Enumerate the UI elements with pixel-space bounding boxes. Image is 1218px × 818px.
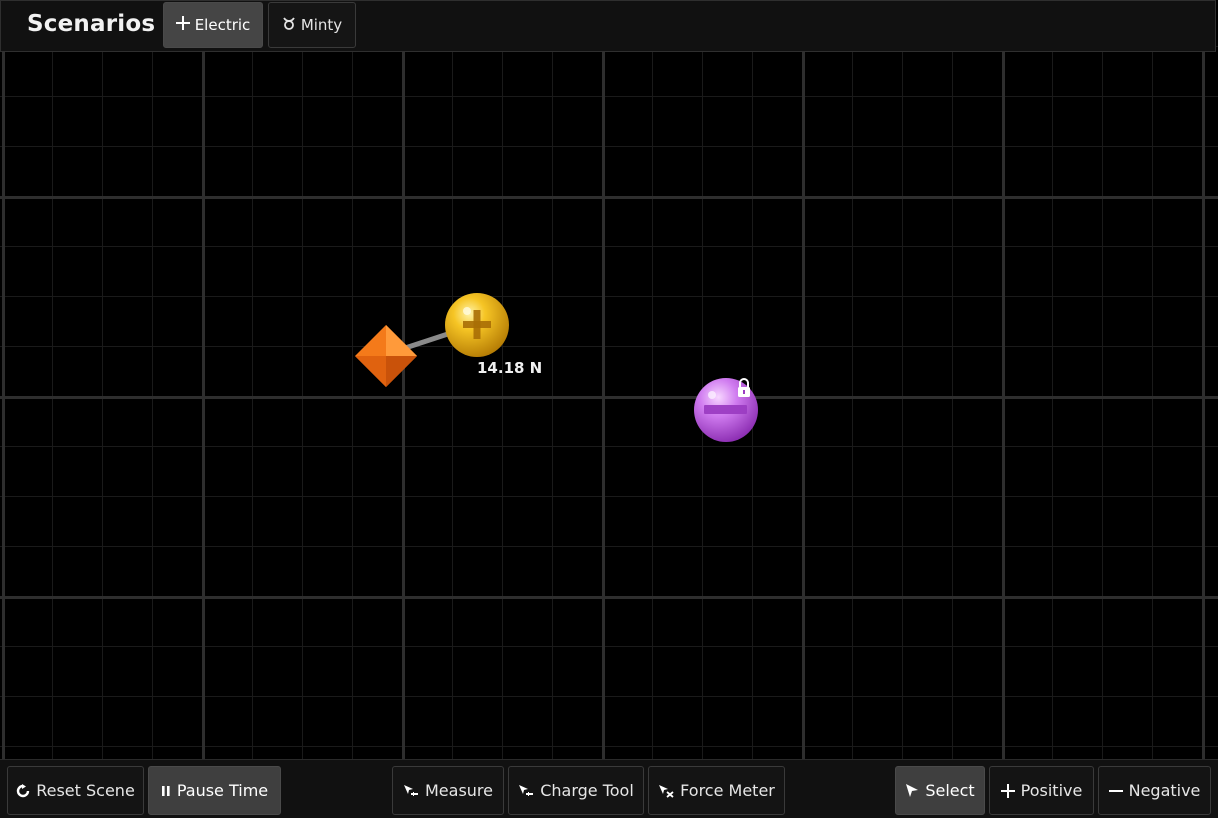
scenario-electric-label: Electric (194, 16, 251, 34)
bottom-toolbar: Reset Scene Pause Time Measure Charge To… (0, 759, 1218, 818)
simulation-scene: 14.18 N (0, 0, 1218, 818)
positive-label: Positive (1020, 781, 1083, 800)
scenario-minty-label: Minty (300, 16, 343, 34)
plus-icon (1000, 783, 1015, 798)
minus-icon (1108, 784, 1123, 798)
reset-scene-button[interactable]: Reset Scene (7, 766, 144, 815)
negative-label: Negative (1128, 781, 1201, 800)
scenario-electric-button[interactable]: Electric (163, 2, 263, 48)
negative-button[interactable]: Negative (1098, 766, 1211, 815)
reset-scene-label: Reset Scene (36, 781, 135, 800)
pause-icon (161, 785, 171, 797)
force-meter-button[interactable]: Force Meter (648, 766, 785, 815)
force-meter-probe[interactable] (355, 325, 417, 387)
pause-time-label: Pause Time (176, 781, 269, 800)
positive-button[interactable]: Positive (989, 766, 1094, 815)
lock-icon (738, 378, 750, 397)
select-cursor-icon (905, 783, 919, 799)
app-window: 14.18 N Scenarios Electric Minty Reset S… (0, 0, 1218, 818)
page-title: Scenarios (27, 11, 156, 37)
taurus-icon (282, 16, 296, 34)
charge-tool-button[interactable]: Charge Tool (508, 766, 644, 815)
reset-icon (16, 783, 30, 798)
measure-cursor-icon (403, 784, 419, 798)
force-meter-icon (658, 784, 674, 798)
force-meter-label: Force Meter (680, 781, 775, 800)
force-readout: 14.18 N (477, 359, 543, 377)
select-label: Select (925, 781, 975, 800)
measure-label: Measure (425, 781, 493, 800)
charge-tool-label: Charge Tool (540, 781, 634, 800)
force-meter-link (355, 293, 758, 442)
top-bar: Scenarios Electric Minty (0, 0, 1216, 52)
select-button[interactable]: Select (895, 766, 985, 815)
plus-icon (175, 16, 190, 34)
charge-cursor-icon (518, 784, 534, 798)
positive-charge[interactable] (445, 293, 509, 357)
pause-time-button[interactable]: Pause Time (148, 766, 281, 815)
measure-button[interactable]: Measure (392, 766, 504, 815)
scenario-minty-button[interactable]: Minty (268, 2, 356, 48)
